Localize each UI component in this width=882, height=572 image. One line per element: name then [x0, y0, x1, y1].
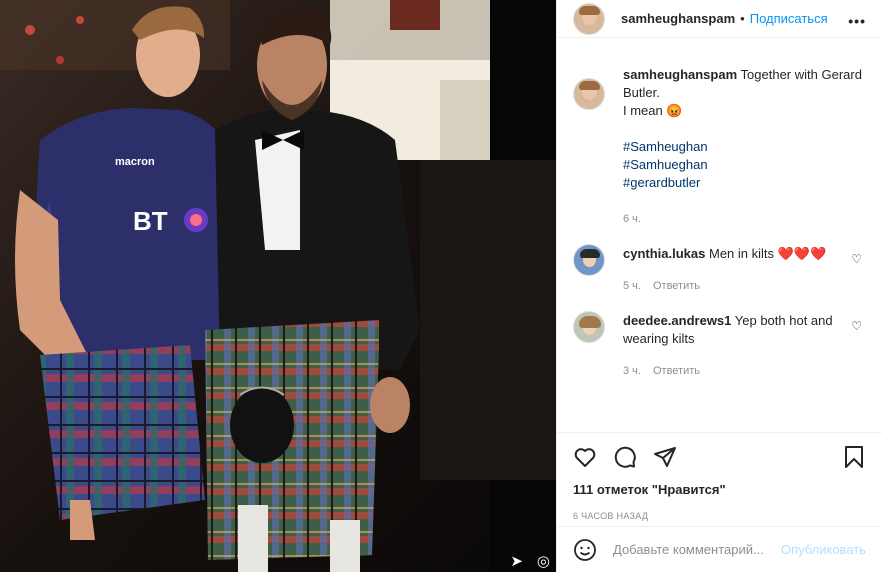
header-separator: • — [740, 11, 745, 26]
post-photo[interactable]: macron BT ➤ ◎ — [0, 0, 556, 572]
options-overlay-icon[interactable]: ◎ — [537, 552, 550, 572]
share-overlay-icon[interactable]: ➤ — [510, 552, 523, 572]
reply-button[interactable]: Ответить — [653, 277, 700, 295]
comment-icon[interactable] — [613, 445, 637, 469]
add-comment-bar: Добавьте комментарий... Опубликовать — [557, 526, 882, 572]
caption-text-line2: I mean 😡 — [623, 103, 683, 118]
caption: samheughanspam Together with Gerard Butl… — [557, 58, 882, 228]
comment: deedee.andrews1 Yep both hot and wearing… — [557, 295, 882, 380]
comment-time[interactable]: 5 ч. — [623, 277, 641, 295]
post-panel: samheughanspam • Подписаться ••• samheug… — [556, 0, 882, 572]
more-options-icon[interactable]: ••• — [848, 13, 866, 29]
bookmark-icon[interactable] — [842, 445, 866, 469]
comment-time[interactable]: 3 ч. — [623, 362, 641, 380]
comment-input[interactable]: Добавьте комментарий... — [613, 542, 773, 557]
post-actions: 111 отметок "Нравится" 6 ЧАСОВ НАЗАД — [557, 432, 882, 521]
comment: cynthia.lukas Men in kilts ❤️❤️❤️ 5 ч. О… — [557, 228, 882, 295]
post-comment-button[interactable]: Опубликовать — [781, 542, 866, 557]
author-username[interactable]: samheughanspam — [621, 11, 735, 26]
commenter-avatar[interactable] — [573, 244, 605, 276]
emoji-icon[interactable] — [573, 538, 597, 562]
svg-text:BT: BT — [133, 206, 168, 236]
caption-time[interactable]: 6 ч. — [623, 210, 641, 228]
caption-avatar[interactable] — [573, 78, 605, 110]
commenter-username[interactable]: cynthia.lukas — [623, 246, 705, 261]
share-icon[interactable] — [653, 445, 677, 469]
hashtag-samheughan[interactable]: #Samheughan — [623, 138, 866, 156]
author-avatar[interactable] — [573, 2, 605, 35]
comment-like-icon[interactable]: ♡ — [851, 319, 862, 333]
comment-text: Men in kilts ❤️❤️❤️ — [709, 246, 827, 261]
follow-button[interactable]: Подписаться — [750, 11, 828, 26]
photo-illustration: macron BT — [0, 0, 556, 572]
caption-username[interactable]: samheughanspam — [623, 67, 737, 82]
post-header: samheughanspam • Подписаться ••• — [557, 0, 882, 38]
likes-count[interactable]: 111 отметок "Нравится" — [557, 481, 882, 499]
comments-list: samheughanspam Together with Gerard Butl… — [557, 58, 882, 380]
post-date[interactable]: 6 ЧАСОВ НАЗАД — [557, 511, 882, 521]
svg-text:macron: macron — [115, 156, 155, 168]
comment-like-icon[interactable]: ♡ — [851, 252, 862, 266]
hashtag-samhueghan[interactable]: #Samhueghan — [623, 156, 866, 174]
commenter-username[interactable]: deedee.andrews1 — [623, 313, 731, 328]
reply-button[interactable]: Ответить — [653, 362, 700, 380]
commenter-avatar[interactable] — [573, 311, 605, 343]
hashtag-gerardbutler[interactable]: #gerardbutler — [623, 174, 866, 192]
heart-icon[interactable] — [573, 445, 597, 469]
